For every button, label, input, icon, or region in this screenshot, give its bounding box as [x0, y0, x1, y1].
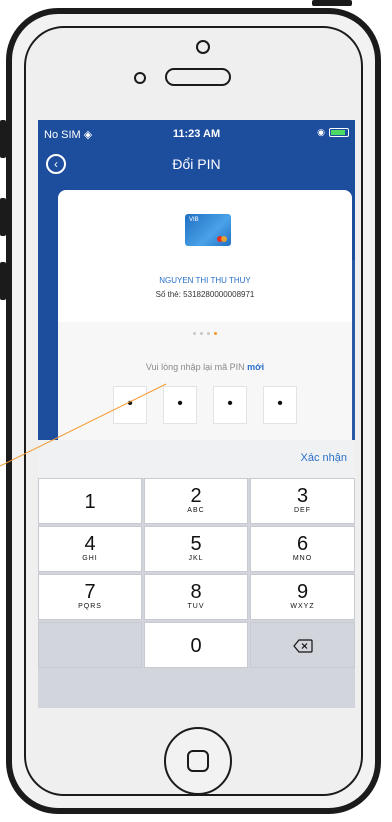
- step-dot: [207, 332, 210, 335]
- key-letters: PQRS: [78, 603, 102, 610]
- key-4[interactable]: 4 GHI: [38, 526, 142, 572]
- key-letters: MNO: [292, 555, 313, 562]
- key-number: 8: [190, 581, 202, 603]
- numeric-keypad: Xác nhận 1 2 ABC 3 DEF 4 GHI 5 JKL 6 MNO…: [38, 440, 355, 708]
- key-8[interactable]: 8 TUV: [144, 574, 248, 620]
- delete-key[interactable]: [250, 622, 355, 668]
- pin-digit-4[interactable]: •: [263, 386, 297, 424]
- key-number: 3: [296, 485, 309, 507]
- key-number: 1: [84, 491, 96, 513]
- key-1[interactable]: 1: [38, 478, 142, 524]
- step-dot-active: [214, 332, 217, 335]
- key-letters: JKL: [188, 555, 204, 562]
- volume-button-down: [0, 262, 6, 300]
- battery-icon: [329, 128, 349, 137]
- keypad-toolbar: Xác nhận: [38, 440, 355, 478]
- location-icon: ◉: [317, 127, 325, 137]
- proximity-sensor: [134, 72, 146, 84]
- key-letters: GHI: [82, 555, 98, 562]
- key-letters: WXYZ: [290, 603, 315, 610]
- status-icons: ◉: [317, 127, 349, 138]
- key-number: 4: [84, 533, 96, 555]
- volume-button-mute: [0, 120, 6, 158]
- card-holder-name: NGUYEN THI THU THUY: [159, 276, 251, 285]
- key-blank: [38, 622, 142, 668]
- pin-entry-panel: Vui lòng nhập lại mã PIN mới • • • •: [58, 322, 352, 440]
- status-time: 11:23 AM: [172, 128, 221, 140]
- card-brand-logo: VIB: [189, 217, 199, 223]
- pin-digit-3[interactable]: •: [213, 386, 247, 424]
- pin-digit-2[interactable]: •: [163, 386, 197, 424]
- step-indicator: [58, 332, 352, 335]
- front-camera: [196, 40, 210, 54]
- key-9[interactable]: 9 WXYZ: [250, 574, 355, 620]
- mastercard-icon: [217, 236, 227, 242]
- page-title: Đổi PIN: [172, 156, 221, 172]
- navigation-bar: ‹ Đổi PIN: [38, 146, 355, 186]
- key-5[interactable]: 5 JKL: [144, 526, 248, 572]
- bank-card-image: VIB: [185, 214, 231, 246]
- pin-prompt-highlight: mới: [247, 362, 265, 372]
- key-6[interactable]: 6 MNO: [250, 526, 355, 572]
- pin-prompt: Vui lòng nhập lại mã PIN mới: [58, 362, 352, 372]
- key-number: 2: [190, 485, 202, 507]
- app-screen: No SIM ◈ 11:23 AM ◉ ‹ Đổi PIN VIB NGUYEN…: [38, 120, 355, 708]
- step-dot: [200, 332, 203, 335]
- key-7[interactable]: 7 PQRS: [38, 574, 142, 620]
- key-number: 5: [190, 533, 202, 555]
- key-0[interactable]: 0: [144, 622, 248, 668]
- key-number: 0: [190, 635, 202, 657]
- key-number: 9: [296, 581, 309, 603]
- confirm-button[interactable]: Xác nhận: [301, 452, 347, 464]
- pin-prompt-text: Vui lòng nhập lại mã PIN: [145, 362, 245, 372]
- key-3[interactable]: 3 DEF: [250, 478, 355, 524]
- home-button[interactable]: [164, 727, 232, 795]
- pin-input-group: • • • •: [58, 386, 352, 424]
- card-number: Số thẻ: 5318280000008971: [155, 290, 255, 299]
- side-button-top: [312, 0, 352, 6]
- key-2[interactable]: 2 ABC: [144, 478, 248, 524]
- step-dot: [193, 332, 196, 335]
- key-letters: ABC: [187, 507, 205, 514]
- key-letters: DEF: [294, 507, 311, 514]
- home-button-square: [187, 750, 209, 772]
- status-bar: No SIM ◈ 11:23 AM ◉: [38, 120, 355, 146]
- earpiece-speaker: [165, 68, 231, 86]
- key-number: 6: [296, 533, 309, 555]
- key-number: 7: [84, 581, 96, 603]
- card-info-panel: VIB NGUYEN THI THU THUY Số thẻ: 53182800…: [58, 190, 352, 322]
- key-letters: TUV: [187, 603, 205, 610]
- backspace-icon: [293, 639, 313, 653]
- volume-button-up: [0, 198, 6, 236]
- pin-digit-1[interactable]: •: [113, 386, 147, 424]
